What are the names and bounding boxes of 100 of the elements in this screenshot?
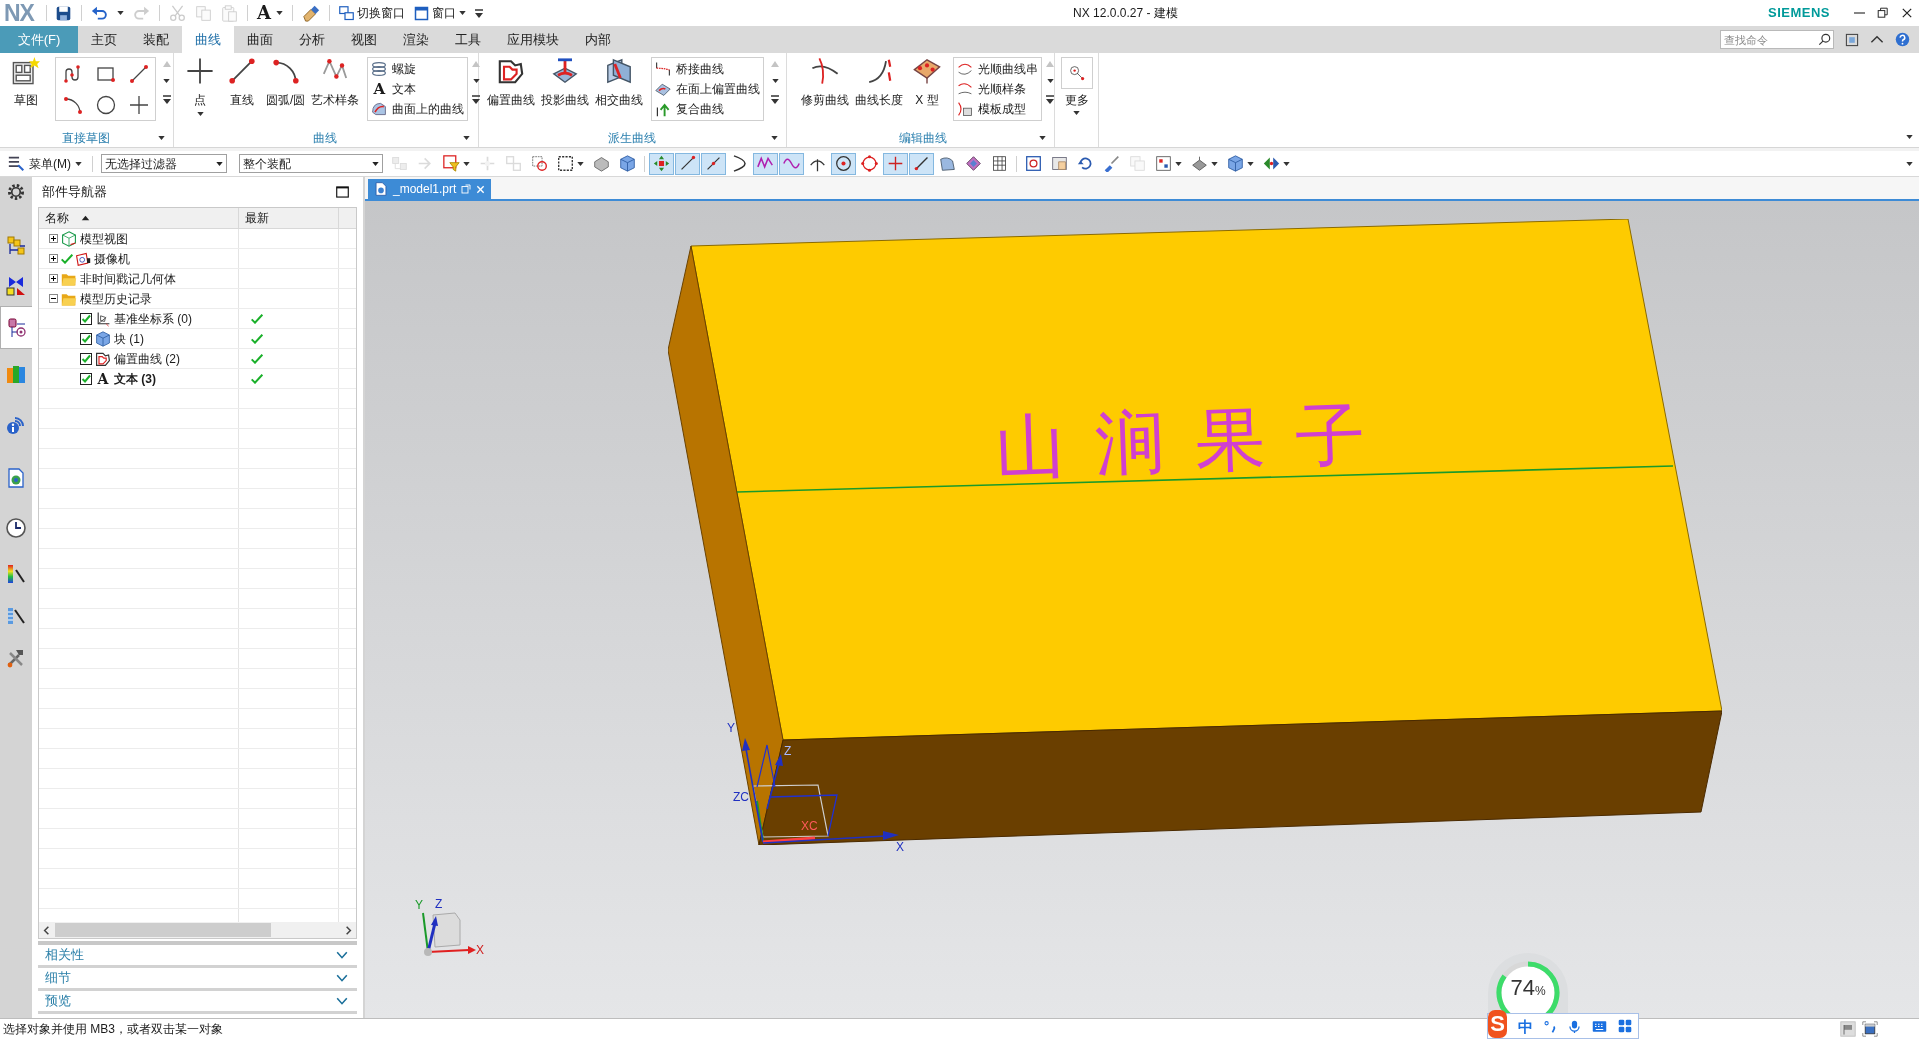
ribbon-list-item[interactable]: 光顺样条 [957,79,1038,99]
ribbon-tab[interactable]: 工具 [442,26,494,53]
ribbon-command-button[interactable]: 圆弧/圆 [264,57,308,106]
expand-gallery-icon[interactable] [472,95,481,104]
menu-button[interactable]: 菜单(M) [6,153,84,174]
ribbon-list-item[interactable]: 光顺曲线串 [957,59,1038,79]
ribbon-list-item[interactable]: 在面上偏置曲线 [655,79,760,99]
restore-icon[interactable] [1877,7,1889,19]
ribbon-tab[interactable]: 内部 [572,26,624,53]
ribbon-tab[interactable]: 视图 [338,26,390,53]
ribbon-list-item[interactable]: 复合曲线 [655,99,760,119]
tree-item[interactable]: 块 (1) [114,329,144,348]
help-icon[interactable] [1895,32,1910,47]
close-icon[interactable] [1901,7,1913,19]
arc-icon[interactable] [62,94,83,115]
toolbar-button[interactable] [753,152,778,175]
section-header[interactable]: 相关性 [38,945,357,968]
flag-icon[interactable] [1840,1021,1856,1037]
caret-icon[interactable] [158,136,165,140]
caret-icon[interactable] [771,79,779,83]
window-icon[interactable] [1845,32,1859,47]
horizontal-scrollbar[interactable] [39,922,356,938]
customize-icon[interactable] [474,8,483,18]
undo-icon[interactable] [90,4,108,22]
ribbon-tab[interactable]: 曲面 [234,26,286,53]
search-icon[interactable] [1818,33,1831,46]
ribbon-tab[interactable]: 渲染 [390,26,442,53]
ribbon-list-item[interactable]: 模板成型 [957,99,1038,119]
caret-icon[interactable] [771,136,778,140]
ribbon-tab[interactable]: 曲线 [182,26,234,53]
ribbon-command-button[interactable]: 点 [180,57,220,116]
more-button[interactable]: 更多 [1060,57,1093,115]
ribbon-list-item[interactable]: 螺旋 [371,59,465,79]
selection-filter-dropdown[interactable]: 无选择过滤器 [101,154,227,173]
section-header[interactable]: 预览 [38,991,357,1014]
keyboard-icon[interactable] [1592,1018,1607,1034]
ribbon-list-item[interactable]: A 文本 [371,79,465,99]
line-icon[interactable] [128,63,149,84]
input-method-logo[interactable]: S [1488,1010,1507,1038]
switch-window-button[interactable]: 切换窗口 [338,4,405,22]
settings-icon[interactable] [8,184,24,200]
ribbon-command-button[interactable]: X 型 [907,57,947,106]
circle-icon[interactable] [95,94,116,115]
maximize-icon[interactable] [336,186,349,198]
checkbox[interactable] [80,312,92,325]
ribbon-command-button[interactable]: 艺术样条 [309,57,362,106]
microphone-icon[interactable] [1568,1019,1581,1033]
font-button[interactable]: A [256,4,283,22]
command-search-field[interactable]: 查找命令 [1720,30,1834,49]
expand-gallery-icon[interactable] [1046,95,1054,104]
toolbar-button[interactable] [831,152,856,175]
collapse-icon[interactable] [49,294,58,303]
caret-icon[interactable] [1039,136,1046,140]
caret-icon[interactable] [116,11,124,15]
caret-icon[interactable] [163,79,170,83]
ribbon-command-button[interactable]: 相交曲线 [593,57,645,106]
window-icon[interactable] [1862,1021,1878,1037]
column-header[interactable]: 最新 [239,208,339,228]
ribbon-tab[interactable]: 装配 [130,26,182,53]
tree-item[interactable]: 摄像机 [94,249,130,268]
plus-icon[interactable] [128,94,149,115]
expand-icon[interactable] [49,274,58,283]
section-header[interactable]: 细节 [38,968,357,991]
ribbon-tab[interactable]: 主页 [78,26,130,53]
document-tab[interactable]: _model1.prt [368,179,492,199]
window-menu-button[interactable]: 窗口 [413,4,466,22]
checkbox[interactable] [80,352,92,365]
caret-icon[interactable] [1046,79,1054,83]
undock-icon[interactable] [461,184,472,194]
ribbon-command-button[interactable]: 修剪曲线 [799,57,851,106]
ribbon-command-button[interactable]: 直线 [222,57,262,106]
save-icon[interactable] [54,4,72,22]
checkbox[interactable] [80,372,92,385]
tree-item[interactable]: 非时间戳记几何体 [80,269,176,288]
toolbar-button[interactable] [883,152,908,175]
expand-gallery-icon[interactable] [162,95,171,104]
ribbon-list-item[interactable]: 曲面上的曲线 [371,99,465,119]
ribbon-command-button[interactable]: 投影曲线 [539,57,591,106]
ribbon-tab[interactable]: 应用模块 [494,26,572,53]
profile-icon[interactable] [62,63,83,84]
assembly-scope-dropdown[interactable]: 整个装配 [239,154,383,173]
tree-item[interactable]: 文本 (3) [114,369,156,388]
column-header[interactable]: 名称 [39,208,239,228]
ribbon-command-button[interactable]: 草图 [6,57,46,106]
expand-gallery-icon[interactable] [771,95,779,104]
checkbox[interactable] [80,332,92,345]
chevron-left-icon[interactable] [43,925,50,935]
chevron-up-icon[interactable] [1870,35,1884,44]
ribbon-tab[interactable]: 分析 [286,26,338,53]
eraser-icon[interactable] [301,4,320,22]
caret-icon[interactable] [1906,135,1913,139]
tree-item[interactable]: 偏置曲线 (2) [114,349,180,368]
app-grid-icon[interactable] [1618,1019,1632,1033]
scrollbar-thumb[interactable] [55,923,271,937]
tree-item[interactable]: 基准坐标系 (0) [114,309,192,328]
caret-icon[interactable] [1906,161,1913,166]
chevron-right-icon[interactable] [345,925,352,935]
toolbar-button[interactable] [779,152,804,175]
ribbon-list-item[interactable]: 桥接曲线 [655,59,760,79]
tree-item[interactable]: 模型历史记录 [80,289,152,308]
